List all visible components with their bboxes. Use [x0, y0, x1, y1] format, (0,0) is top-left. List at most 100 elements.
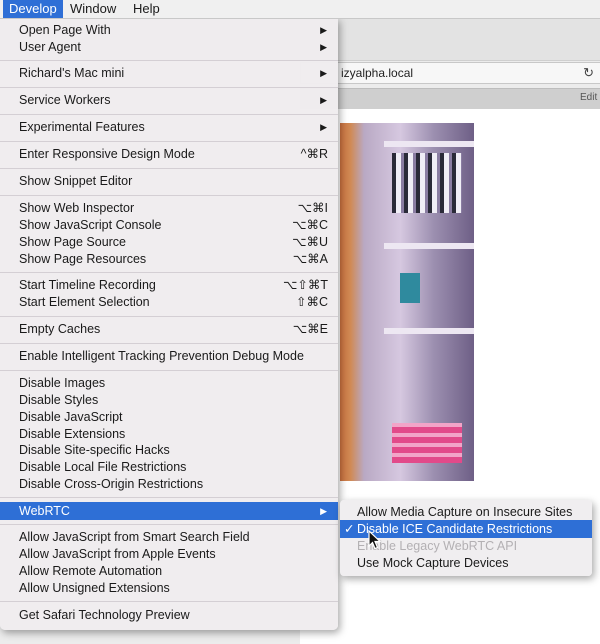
books — [392, 153, 462, 213]
menu-item-use-mock-capture[interactable]: Use Mock Capture Devices — [340, 555, 592, 572]
shelf — [384, 243, 474, 249]
menu-item-label: Start Element Selection — [19, 295, 150, 309]
submenu-arrow-icon: ▶ — [320, 506, 327, 516]
menu-item-label: Enable Intelligent Tracking Prevention D… — [19, 349, 304, 363]
menu-item-label: Enter Responsive Design Mode — [19, 147, 195, 161]
menu-item-start-element-selection[interactable]: Start Element Selection ⇧⌘C — [0, 294, 338, 311]
menu-item-label: WebRTC — [19, 504, 70, 518]
menu-item-label: Open Page With — [19, 23, 111, 37]
menu-item-label: Allow JavaScript from Smart Search Field — [19, 530, 250, 544]
menu-item-label: Service Workers — [19, 93, 111, 107]
menu-item-disable-site-specific-hacks[interactable]: Disable Site-specific Hacks — [0, 442, 338, 459]
menu-item-show-snippet-editor[interactable]: Show Snippet Editor — [0, 173, 338, 190]
books — [400, 273, 420, 303]
menu-item-label: Disable Local File Restrictions — [19, 460, 187, 474]
menu-separator — [0, 601, 338, 602]
menu-item-show-page-source[interactable]: Show Page Source ⌥⌘U — [0, 234, 338, 251]
menu-separator — [0, 370, 338, 371]
shortcut: ⌥⇧⌘T — [282, 278, 328, 292]
menu-separator — [0, 168, 338, 169]
menu-separator — [0, 343, 338, 344]
menu-item-get-safari-tech-preview[interactable]: Get Safari Technology Preview — [0, 607, 338, 624]
submenu-arrow-icon: ▶ — [320, 68, 327, 78]
checkmark-icon: ✓ — [344, 522, 355, 536]
menu-item-label: Disable Extensions — [19, 427, 126, 441]
develop-menu: Open Page With ▶ User Agent ▶ Richard's … — [0, 18, 338, 630]
menu-item-label: Allow Remote Automation — [19, 564, 163, 578]
menu-item-allow-js-smart-search[interactable]: Allow JavaScript from Smart Search Field — [0, 529, 338, 546]
menu-window[interactable]: Window — [64, 0, 122, 18]
menu-item-disable-images[interactable]: Disable Images — [0, 375, 338, 392]
menu-item-label: Allow Unsigned Extensions — [19, 581, 170, 595]
shortcut: ⇧⌘C — [295, 295, 328, 309]
menu-item-label: Richard's Mac mini — [19, 66, 125, 80]
menu-item-label: Disable JavaScript — [19, 410, 123, 424]
shortcut: ⌥⌘I — [297, 201, 328, 215]
menu-item-richards-mac-mini[interactable]: Richard's Mac mini ▶ — [0, 65, 338, 82]
url-text: izyalpha.local — [341, 66, 414, 80]
menu-item-experimental-features[interactable]: Experimental Features ▶ — [0, 119, 338, 136]
shortcut: ⌥⌘E — [292, 322, 328, 336]
menu-separator — [0, 497, 338, 498]
shelf-photo — [340, 123, 474, 481]
menu-item-allow-unsigned-extensions[interactable]: Allow Unsigned Extensions — [0, 580, 338, 597]
menu-item-label: Show JavaScript Console — [19, 218, 162, 232]
reload-icon[interactable]: ↻ — [583, 65, 594, 81]
books — [392, 423, 462, 463]
tab-label[interactable]: Edit — [580, 92, 600, 103]
menu-item-disable-cross-origin-restrictions[interactable]: Disable Cross-Origin Restrictions — [0, 476, 338, 493]
shortcut: ^⌘R — [300, 147, 328, 161]
menu-item-label: Empty Caches — [19, 322, 101, 336]
shortcut: ⌥⌘U — [292, 235, 328, 249]
menu-item-service-workers[interactable]: Service Workers ▶ — [0, 92, 338, 109]
menu-item-disable-javascript[interactable]: Disable JavaScript — [0, 409, 338, 426]
menu-item-label: Disable ICE Candidate Restrictions — [357, 522, 553, 536]
menu-item-open-page-with[interactable]: Open Page With ▶ — [0, 22, 338, 39]
menu-separator — [0, 272, 338, 273]
shortcut: ⌥⌘C — [292, 218, 328, 232]
menu-item-label: Disable Styles — [19, 393, 99, 407]
menu-item-label: Show Snippet Editor — [19, 174, 133, 188]
menu-item-label: Allow JavaScript from Apple Events — [19, 547, 216, 561]
menu-item-disable-styles[interactable]: Disable Styles — [0, 392, 338, 409]
address-bar[interactable]: izyalpha.local ↻ — [300, 62, 600, 84]
menu-separator — [0, 524, 338, 525]
menu-item-label: User Agent — [19, 40, 81, 54]
shelf — [384, 141, 474, 147]
menu-help[interactable]: Help — [127, 0, 166, 18]
menu-item-label: Allow Media Capture on Insecure Sites — [357, 505, 573, 519]
menu-item-allow-js-apple-events[interactable]: Allow JavaScript from Apple Events — [0, 546, 338, 563]
menu-item-show-web-inspector[interactable]: Show Web Inspector ⌥⌘I — [0, 200, 338, 217]
menu-item-label: Start Timeline Recording — [19, 278, 156, 292]
menu-item-label: Use Mock Capture Devices — [357, 556, 509, 570]
menu-separator — [0, 87, 338, 88]
submenu-arrow-icon: ▶ — [320, 122, 327, 132]
menu-item-disable-local-file-restrictions[interactable]: Disable Local File Restrictions — [0, 459, 338, 476]
menu-item-webrtc[interactable]: WebRTC ▶ — [0, 502, 338, 520]
menu-item-label: Experimental Features — [19, 120, 145, 134]
menu-item-itp-debug-mode[interactable]: Enable Intelligent Tracking Prevention D… — [0, 348, 338, 365]
menu-item-allow-remote-automation[interactable]: Allow Remote Automation — [0, 563, 338, 580]
menu-item-start-timeline-recording[interactable]: Start Timeline Recording ⌥⇧⌘T — [0, 277, 338, 294]
shortcut: ⌥⌘A — [292, 252, 328, 266]
menu-item-allow-media-capture[interactable]: Allow Media Capture on Insecure Sites — [340, 504, 592, 521]
menu-item-empty-caches[interactable]: Empty Caches ⌥⌘E — [0, 321, 338, 338]
menu-item-label: Show Page Source — [19, 235, 127, 249]
menu-item-show-javascript-console[interactable]: Show JavaScript Console ⌥⌘C — [0, 217, 338, 234]
menu-item-label: Disable Cross-Origin Restrictions — [19, 477, 204, 491]
menu-item-label: Disable Images — [19, 376, 106, 390]
menu-bar: Develop Window Help — [0, 0, 600, 19]
shelf — [384, 328, 474, 334]
menu-separator — [0, 60, 338, 61]
menu-separator — [0, 114, 338, 115]
menu-item-user-agent[interactable]: User Agent ▶ — [0, 39, 338, 56]
menu-item-disable-extensions[interactable]: Disable Extensions — [0, 426, 338, 443]
mouse-cursor-icon — [368, 530, 382, 550]
submenu-arrow-icon: ▶ — [320, 42, 327, 52]
menu-item-label: Show Web Inspector — [19, 201, 135, 215]
menu-item-responsive-design-mode[interactable]: Enter Responsive Design Mode ^⌘R — [0, 146, 338, 163]
menu-separator — [0, 195, 338, 196]
submenu-arrow-icon: ▶ — [320, 95, 327, 105]
menu-develop[interactable]: Develop — [3, 0, 63, 18]
menu-item-show-page-resources[interactable]: Show Page Resources ⌥⌘A — [0, 251, 338, 268]
